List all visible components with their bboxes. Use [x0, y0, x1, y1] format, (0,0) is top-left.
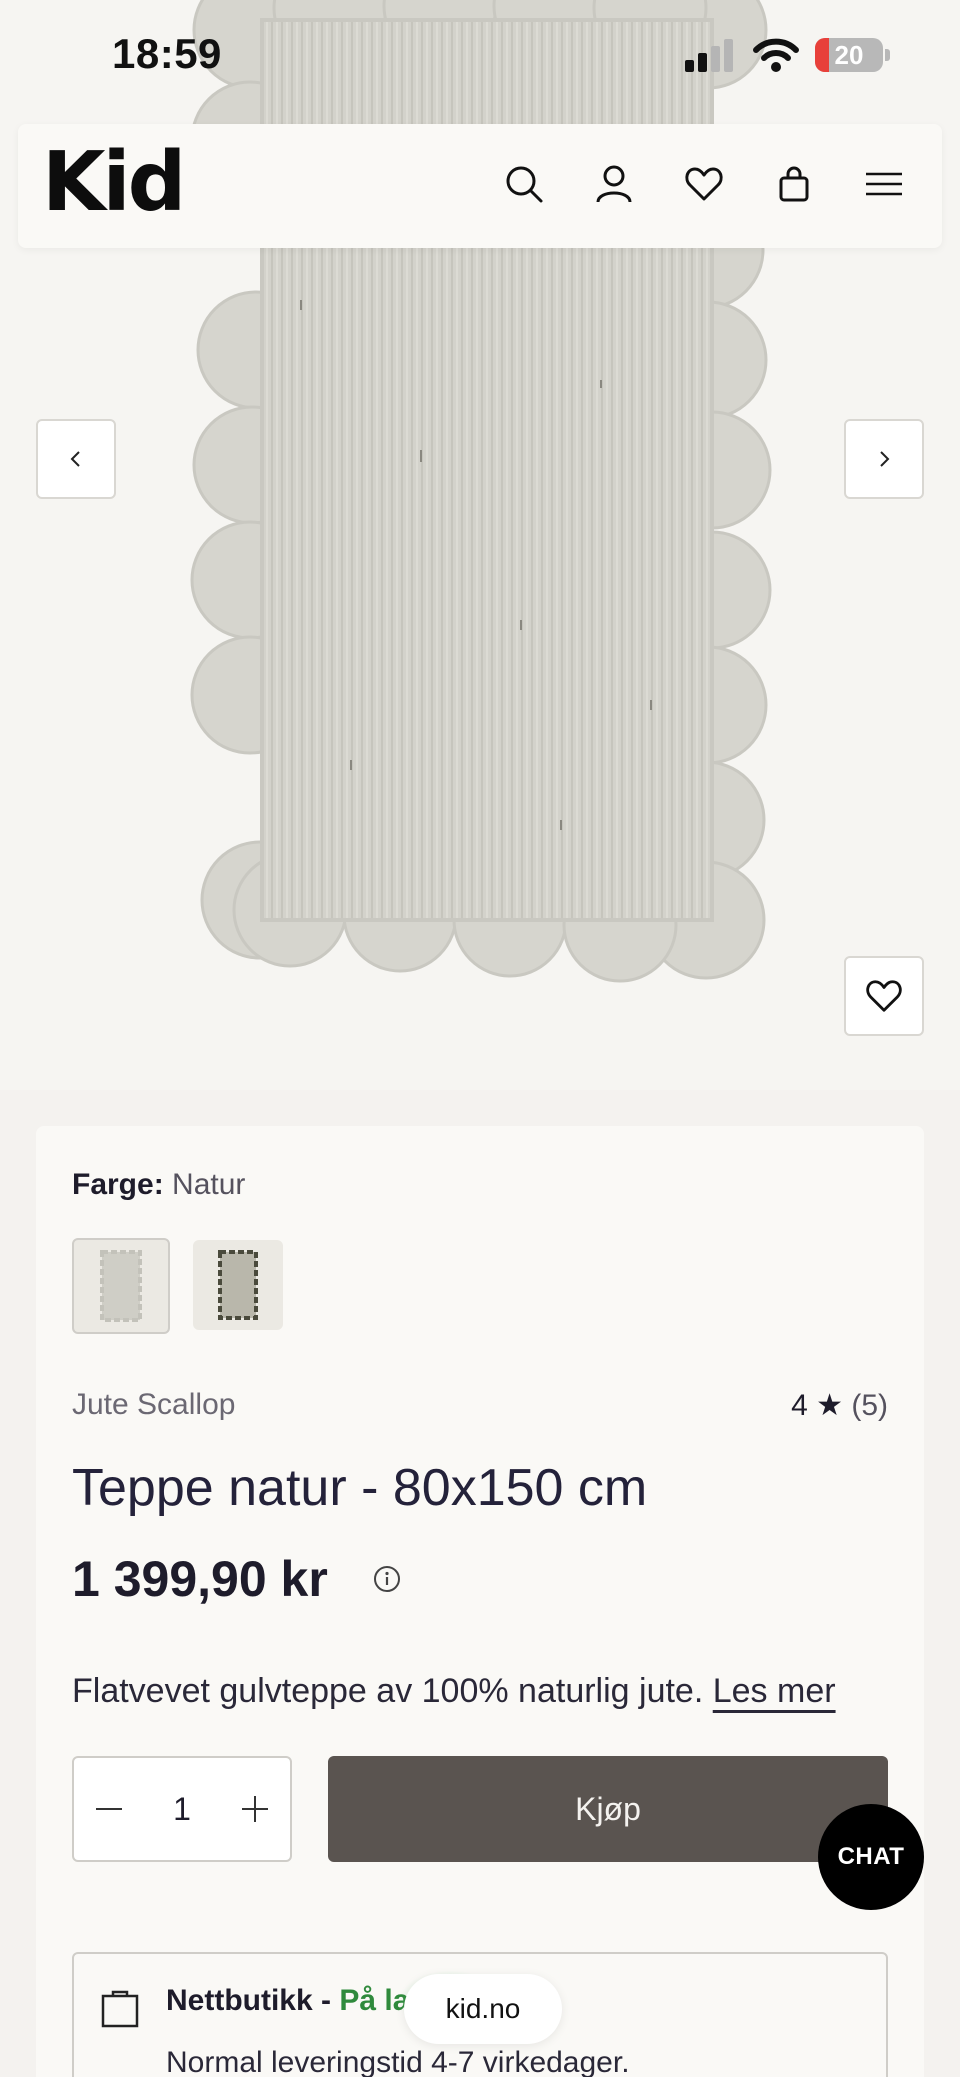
- status-icons: 20: [685, 38, 890, 72]
- color-label: Farge:: [72, 1168, 164, 1201]
- plus-icon: [242, 1796, 268, 1822]
- color-value: Natur: [172, 1168, 246, 1201]
- decrease-quantity-button[interactable]: [74, 1758, 144, 1860]
- product-rating[interactable]: 4 ★ (5): [791, 1388, 888, 1423]
- rating-value: 4 ★: [791, 1389, 843, 1422]
- swatch-natur-image: [100, 1250, 142, 1322]
- delivery-time: Normal leveringstid 4-7 virkedager.: [166, 2046, 630, 2077]
- rating-count: (5): [851, 1389, 888, 1422]
- battery-cap: [885, 49, 890, 61]
- color-swatch-alt[interactable]: [193, 1240, 283, 1330]
- color-selection: Farge: Natur: [72, 1168, 245, 1202]
- site-header: Kid: [18, 124, 942, 248]
- battery-level: 20: [834, 39, 864, 70]
- buy-button[interactable]: Kjøp: [328, 1756, 888, 1862]
- heart-icon: [866, 980, 902, 1012]
- status-time: 18:59: [112, 30, 222, 77]
- header-icons: [502, 162, 906, 206]
- search-icon[interactable]: [502, 162, 546, 206]
- chevron-right-icon: [880, 451, 890, 467]
- increase-quantity-button[interactable]: [220, 1758, 290, 1860]
- cellular-signal-icon: [685, 39, 733, 72]
- swatch-alt-image: [218, 1250, 258, 1320]
- product-info-card: Farge: Natur Jute Scallop 4 ★ (5) Teppe …: [36, 1126, 924, 2077]
- info-icon[interactable]: [372, 1564, 402, 1594]
- add-to-favorites-button[interactable]: [844, 956, 924, 1036]
- product-brand[interactable]: Jute Scallop: [72, 1388, 235, 1422]
- product-description: Flatvevet gulvteppe av 100% naturlig jut…: [72, 1672, 836, 1711]
- description-text: Flatvevet gulvteppe av 100% naturlig jut…: [72, 1672, 704, 1710]
- product-price: 1 399,90 kr: [72, 1551, 328, 1607]
- read-more-link[interactable]: Les mer: [713, 1672, 836, 1710]
- shopping-bag-icon[interactable]: [772, 162, 816, 206]
- previous-image-button[interactable]: [36, 419, 116, 499]
- site-logo[interactable]: Kid: [42, 142, 186, 224]
- minus-icon: [96, 1808, 122, 1810]
- wifi-icon: [753, 38, 799, 72]
- store-label: Nettbutikk -: [166, 1984, 340, 2017]
- color-swatch-natur[interactable]: [72, 1238, 170, 1334]
- browser-url-bar[interactable]: kid.no: [404, 1974, 562, 2044]
- battery-icon: 20: [815, 38, 883, 72]
- chat-button[interactable]: CHAT: [818, 1804, 924, 1910]
- next-image-button[interactable]: [844, 419, 924, 499]
- account-icon[interactable]: [592, 162, 636, 206]
- product-title: Teppe natur - 80x150 cm: [72, 1459, 648, 1517]
- heart-icon[interactable]: [682, 162, 726, 206]
- chevron-left-icon: [70, 451, 80, 467]
- shopping-bag-icon: [101, 1990, 139, 2028]
- status-bar: 18:59 20: [0, 0, 960, 118]
- quantity-value[interactable]: 1: [144, 1758, 220, 1860]
- menu-icon[interactable]: [862, 162, 906, 206]
- quantity-stepper: 1: [72, 1756, 292, 1862]
